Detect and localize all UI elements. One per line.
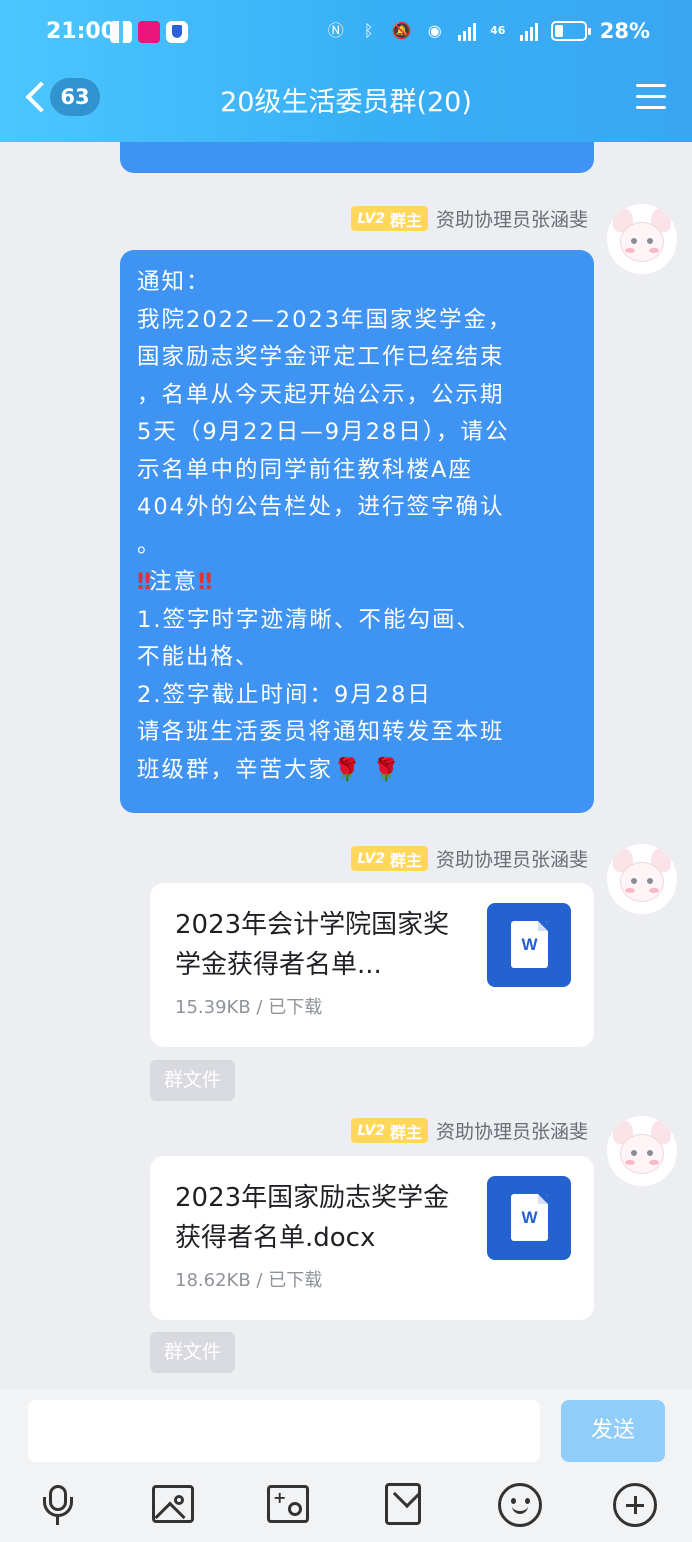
- closing-line: 班级群，辛苦大家🌹 🌹: [137, 756, 403, 783]
- mute-bell-icon: 🔕: [391, 21, 412, 40]
- rule-line: 请各班生活委员将通知转发至本班: [137, 719, 505, 745]
- sender-name[interactable]: 资助协理员张涵斐: [436, 1117, 588, 1144]
- file-meta: 15.39KB / 已下载: [175, 997, 323, 1018]
- menu-icon[interactable]: [636, 84, 666, 110]
- hotspot-icon: ◉: [427, 21, 442, 40]
- owner-badge: LV2 群主: [351, 1118, 428, 1143]
- word-doc-icon: W: [487, 903, 571, 987]
- file-name: 2023年会计学院国家奖学金获得者名单...: [175, 910, 450, 980]
- avatar[interactable]: [607, 204, 677, 274]
- chat-header: 21:00 Ⓝ ᛒ 🔕 ◉ 46 28% 63 20级生活委员群(20): [0, 0, 692, 142]
- sender-name[interactable]: 资助协理员张涵斐: [436, 845, 588, 872]
- group-file-tag[interactable]: 群文件: [150, 1060, 235, 1101]
- file-message-card[interactable]: 2023年会计学院国家奖学金获得者名单... 15.39KB / 已下载 W: [150, 883, 594, 1047]
- message-input[interactable]: [28, 1400, 540, 1462]
- notice-message-bubble[interactable]: 通知： 我院2022—2023年国家奖学金， 国家励志奖学金评定工作已经结束 ，…: [120, 250, 594, 813]
- notice-line: 。: [137, 531, 162, 558]
- attention-line: ‼注意‼: [137, 569, 212, 595]
- sender-info: LV2 群主 资助协理员张涵斐: [351, 205, 588, 232]
- network-type: 46: [490, 24, 506, 37]
- signal-icon: [457, 21, 476, 41]
- notice-line: 示名单中的同学前往教科楼A座: [137, 456, 473, 483]
- rule-line: 不能出格、: [137, 644, 260, 670]
- shield-icon: [166, 21, 188, 43]
- send-button[interactable]: 发送: [561, 1400, 665, 1462]
- signal-icon-2: [519, 21, 538, 41]
- exclamation-icon: ‼: [198, 569, 212, 595]
- rose-icon: 🌹 🌹: [333, 756, 403, 783]
- app-store-icon: [138, 21, 160, 43]
- exclamation-icon: ‼: [137, 569, 151, 595]
- avatar[interactable]: [607, 844, 677, 914]
- owner-badge: LV2 群主: [351, 846, 428, 871]
- camera-icon[interactable]: +: [267, 1485, 309, 1523]
- sender-info: LV2 群主 资助协理员张涵斐: [351, 1117, 588, 1144]
- file-message-card[interactable]: 2023年国家励志奖学金获得者名单.docx 18.62KB / 已下载 W: [150, 1156, 594, 1320]
- status-bar: 21:00 Ⓝ ᛒ 🔕 ◉ 46 28%: [0, 0, 692, 66]
- sender-info: LV2 群主 资助协理员张涵斐: [351, 845, 588, 872]
- previous-message-bubble[interactable]: [120, 142, 594, 173]
- input-area: 发送 +: [0, 1389, 692, 1542]
- plus-icon[interactable]: [613, 1483, 657, 1527]
- battery-fill: [554, 25, 563, 37]
- owner-badge: LV2 群主: [351, 206, 428, 231]
- word-doc-icon: W: [487, 1176, 571, 1260]
- input-toolbar: +: [0, 1479, 692, 1533]
- file-meta: 18.62KB / 已下载: [175, 1270, 323, 1291]
- rule-line: 1.签字时字迹清晰、不能勾画、: [137, 606, 481, 633]
- notice-line: 国家励志奖学金评定工作已经结束: [137, 344, 505, 370]
- file-name: 2023年国家励志奖学金获得者名单.docx: [175, 1183, 450, 1253]
- rule-line: 2.签字截止时间：9月28日: [137, 681, 432, 708]
- emoji-icon[interactable]: [498, 1483, 542, 1527]
- title-bar: 63 20级生活委员群(20): [0, 66, 692, 142]
- battery-percent: 28%: [599, 19, 650, 43]
- notice-line: ，名单从今天起开始公示，公示期: [137, 381, 505, 408]
- notice-line: 我院2022—2023年国家奖学金，: [137, 306, 513, 333]
- message-list[interactable]: LV2 群主 资助协理员张涵斐 通知： 我院2022—2023年国家奖学金， 国…: [0, 142, 692, 1389]
- microphone-icon[interactable]: [36, 1483, 80, 1527]
- notice-line: 5天（9月22日—9月28日），请公: [137, 419, 510, 445]
- sender-name[interactable]: 资助协理员张涵斐: [436, 205, 588, 232]
- gift-icon: [110, 21, 132, 43]
- notice-line: 404外的公告栏处，进行签字确认: [137, 494, 505, 520]
- nfc-icon: Ⓝ: [327, 21, 344, 40]
- red-packet-icon[interactable]: [385, 1479, 422, 1525]
- group-file-tag[interactable]: 群文件: [150, 1332, 235, 1373]
- status-time: 21:00: [46, 19, 117, 44]
- battery-icon: [550, 21, 591, 41]
- chat-title: 20级生活委员群(20): [220, 87, 472, 118]
- avatar[interactable]: [607, 1116, 677, 1186]
- notice-line: 通知：: [137, 269, 211, 295]
- bluetooth-icon: ᛒ: [363, 21, 374, 40]
- image-icon[interactable]: [152, 1485, 194, 1533]
